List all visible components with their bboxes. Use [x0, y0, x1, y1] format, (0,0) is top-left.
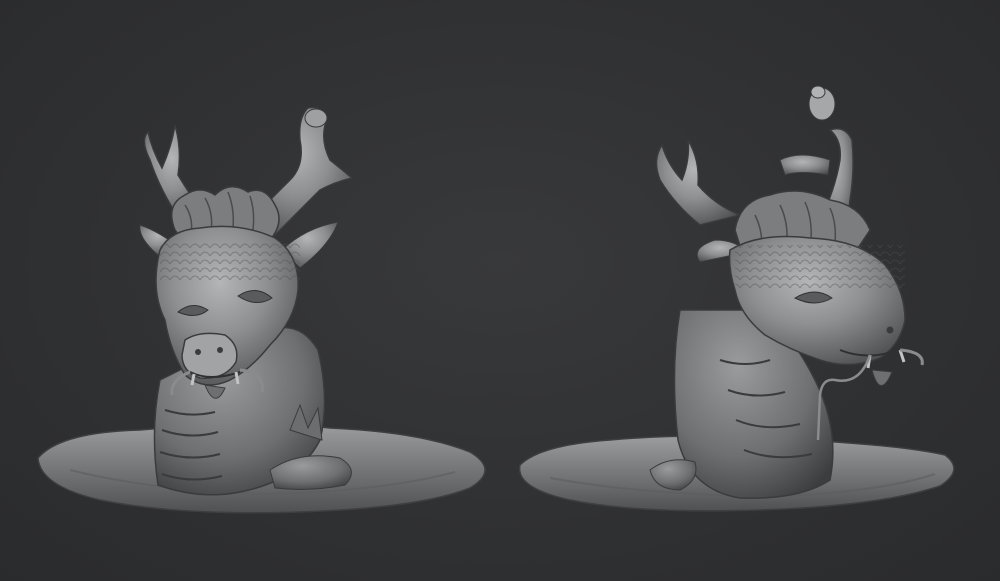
- dragon-bust-front-view: [37, 106, 486, 514]
- dragon-bust-side-view: [518, 85, 955, 512]
- render-image: [37, 85, 955, 514]
- viewport: [0, 0, 1000, 581]
